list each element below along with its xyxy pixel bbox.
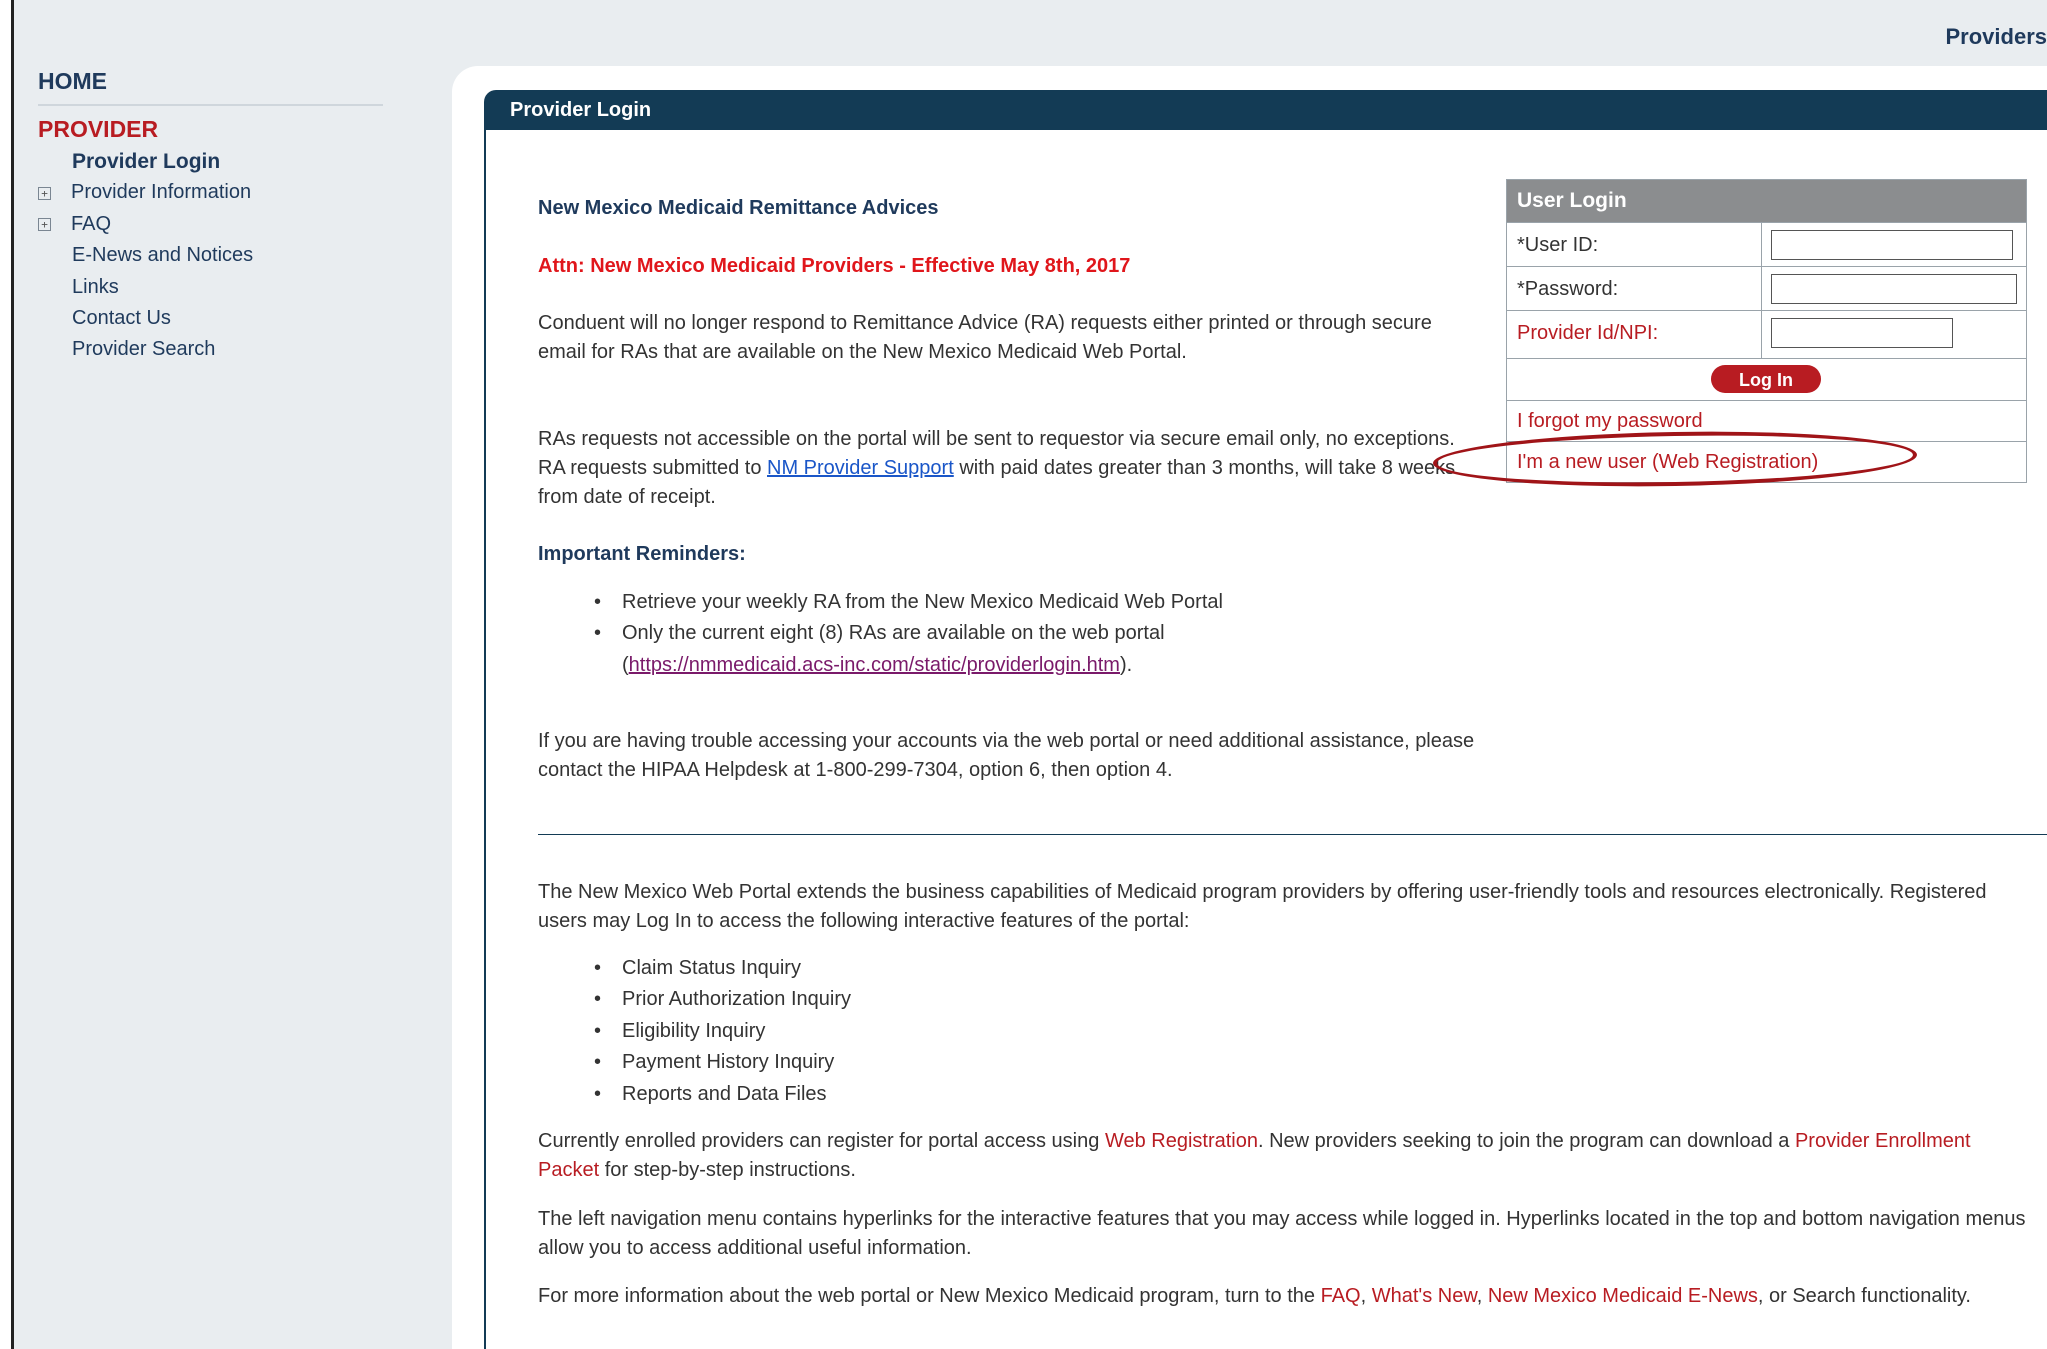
- sidebar-item-provider-information[interactable]: + Provider Information: [38, 177, 253, 208]
- top-section-title[interactable]: Providers: [1946, 24, 2047, 50]
- log-in-button[interactable]: Log In: [1711, 365, 1821, 393]
- sidebar-item-label: E-News and Notices: [72, 244, 254, 267]
- web-registration-link[interactable]: Web Registration: [1105, 1130, 1258, 1152]
- sidebar-home-link[interactable]: HOME: [38, 68, 107, 95]
- notice-paragraph-3: If you are having trouble accessing your…: [538, 730, 1475, 781]
- sidebar-item-provider-search[interactable]: Provider Search: [38, 334, 253, 365]
- sidebar-item-faq[interactable]: + FAQ: [38, 209, 253, 240]
- notice-attn: Attn: New Mexico Medicaid Providers - Ef…: [538, 255, 1131, 277]
- sidebar-nav: Provider Login + Provider Information + FA…: [38, 146, 253, 366]
- portal-url-link[interactable]: https://nmmedicaid.acs-inc.com/static/pr…: [629, 654, 1120, 676]
- user-id-input[interactable]: [1771, 230, 2013, 260]
- list-item: Claim Status Inquiry: [538, 953, 851, 985]
- sidebar-divider: [38, 104, 383, 106]
- portal-intro: The New Mexico Web Portal extends the bu…: [538, 881, 1987, 932]
- sidebar-item-links[interactable]: Links: [38, 272, 253, 303]
- features-list: Claim Status Inquiry Prior Authorization…: [538, 953, 851, 1110]
- user-login-title: User Login: [1507, 180, 2026, 222]
- panel-title: Provider Login: [484, 90, 2047, 130]
- user-id-label: *User ID:: [1517, 234, 1599, 256]
- sidebar-item-enews[interactable]: E-News and Notices: [38, 240, 253, 271]
- list-item: Retrieve your weekly RA from the New Mex…: [538, 587, 1223, 619]
- list-item: Prior Authorization Inquiry: [538, 984, 851, 1016]
- content-divider: [538, 834, 2047, 835]
- npi-input[interactable]: [1771, 318, 1953, 348]
- sidebar-item-label: Links: [72, 275, 119, 298]
- notice-paragraph-1: Conduent will no longer respond to Remit…: [538, 312, 1432, 363]
- new-user-registration-link[interactable]: I'm a new user (Web Registration): [1517, 442, 1818, 483]
- sidebar-section-provider[interactable]: PROVIDER: [38, 116, 158, 143]
- password-label: *Password:: [1517, 278, 1619, 300]
- list-item: Reports and Data Files: [538, 1079, 851, 1111]
- portal-enroll-text: Currently enrolled providers can registe…: [538, 1130, 1971, 1181]
- reminders-title: Important Reminders:: [538, 543, 746, 565]
- enews-link[interactable]: New Mexico Medicaid E-News: [1488, 1285, 1758, 1307]
- notice-title: New Mexico Medicaid Remittance Advices: [538, 197, 939, 219]
- portal-more-info: For more information about the web porta…: [538, 1285, 1971, 1307]
- nm-provider-support-link[interactable]: NM Provider Support: [767, 457, 954, 479]
- sidebar-item-label: Provider Search: [72, 338, 216, 361]
- forgot-password-row: I forgot my password: [1507, 400, 2026, 441]
- npi-row: Provider Id/NPI:: [1507, 310, 2026, 358]
- login-button-row: Log In: [1507, 358, 2026, 400]
- sidebar-item-contact-us[interactable]: Contact Us: [38, 303, 253, 334]
- user-login-box: User Login *User ID: *Password: Provider…: [1506, 179, 2027, 483]
- list-item: Only the current eight (8) RAs are avail…: [538, 618, 1223, 650]
- password-row: *Password:: [1507, 266, 2026, 310]
- list-item: Payment History Inquiry: [538, 1047, 851, 1079]
- user-id-row: *User ID:: [1507, 222, 2026, 266]
- new-user-row: I'm a new user (Web Registration): [1507, 441, 2026, 482]
- reminders-list: Retrieve your weekly RA from the New Mex…: [538, 587, 1223, 650]
- sidebar-item-label: Provider Login: [72, 150, 221, 173]
- password-input[interactable]: [1771, 274, 2017, 304]
- sidebar-item-label: Provider Information: [71, 181, 252, 204]
- expand-icon[interactable]: +: [38, 217, 51, 231]
- notice-paragraph-2: RAs requests not accessible on the porta…: [538, 428, 1456, 508]
- npi-label: Provider Id/NPI:: [1517, 322, 1659, 344]
- whats-new-link[interactable]: What's New: [1372, 1285, 1477, 1307]
- forgot-password-link[interactable]: I forgot my password: [1517, 401, 1703, 442]
- faq-link[interactable]: FAQ: [1321, 1285, 1361, 1307]
- expand-icon[interactable]: +: [38, 186, 51, 200]
- sidebar-item-label: Contact Us: [72, 306, 171, 329]
- list-item: Eligibility Inquiry: [538, 1016, 851, 1048]
- portal-nav-info: The left navigation menu contains hyperl…: [538, 1208, 2026, 1259]
- window-frame-left: [0, 0, 14, 1349]
- sidebar-item-provider-login[interactable]: Provider Login: [38, 146, 253, 177]
- reminder-link-line: (https://nmmedicaid.acs-inc.com/static/p…: [622, 654, 1133, 676]
- sidebar-item-label: FAQ: [71, 212, 112, 235]
